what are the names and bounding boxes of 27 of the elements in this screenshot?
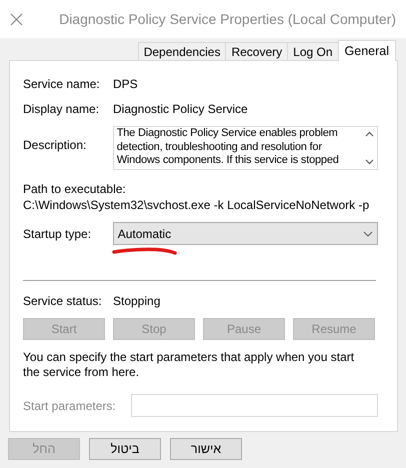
scroll-up-icon[interactable] bbox=[364, 131, 374, 137]
window-title: Diagnostic Policy Service Properties (Local Computer) bbox=[59, 10, 396, 29]
field-label: Startup type: bbox=[23, 226, 92, 242]
startup-type-dropdown[interactable]: Automatic bbox=[112, 222, 378, 245]
service-status: Stopping bbox=[113, 293, 160, 310]
field-label: Description: bbox=[23, 137, 88, 154]
dialog-button[interactable]: אישור bbox=[170, 438, 242, 460]
field-label: Service name: bbox=[23, 76, 101, 93]
field-label: Service status: bbox=[23, 293, 103, 310]
close-icon[interactable] bbox=[10, 12, 23, 26]
display-name: Diagnostic Policy Service bbox=[113, 101, 248, 118]
chevron-down-icon bbox=[363, 230, 373, 236]
field-label: Path to executable: bbox=[23, 181, 127, 196]
description-text: The Diagnostic Policy Service enables problem detection, troubleshooting and resolution for Windows components. If this service is stopped bbox=[116, 127, 340, 168]
field-label: Display name: bbox=[23, 101, 100, 118]
underline-mark bbox=[112, 247, 178, 255]
service-name: DPS bbox=[113, 76, 138, 93]
tab[interactable]: Dependencies bbox=[138, 42, 226, 60]
tab[interactable]: Recovery bbox=[225, 42, 288, 60]
executable-path: C:\Windows\System32\svchost.exe -k LocalServiceNoNetwork -p bbox=[23, 197, 370, 212]
dialog-button[interactable]: ביטול bbox=[89, 438, 161, 460]
description-box[interactable]: The Diagnostic Policy Service enables problem detection, troubleshooting and resolution for Windows components. If this service is stopped bbox=[112, 126, 378, 170]
scroll-down-icon[interactable] bbox=[364, 159, 374, 165]
hint-text: You can specify the start parameters that apply when you start the service from here. bbox=[23, 350, 356, 380]
field-label: Start parameters: bbox=[23, 398, 117, 414]
tab[interactable]: Log On bbox=[287, 42, 339, 60]
tab[interactable]: General bbox=[338, 40, 396, 61]
